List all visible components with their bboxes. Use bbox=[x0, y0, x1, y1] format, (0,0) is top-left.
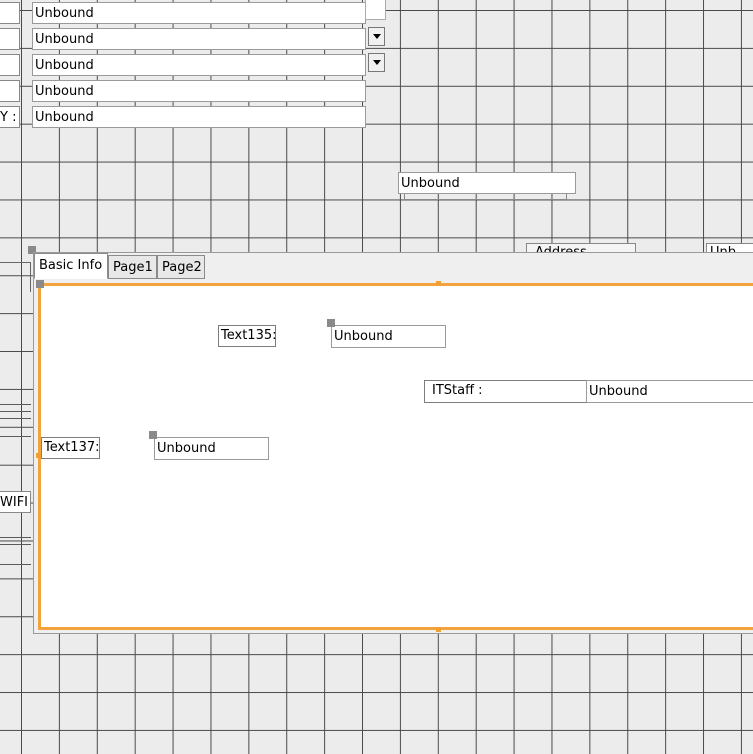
unbound-combobox-3[interactable]: Unbound bbox=[32, 54, 366, 76]
tab-page2[interactable]: Page2 bbox=[157, 255, 205, 279]
itstaff-textbox[interactable]: Unbound bbox=[586, 380, 753, 403]
combobox-2-dropdown-arrow-icon[interactable] bbox=[368, 27, 385, 46]
left-divider-1 bbox=[0, 404, 31, 405]
left-divider-3 bbox=[0, 418, 31, 419]
tab-page1[interactable]: Page1 bbox=[108, 255, 157, 279]
tab-basic-info[interactable]: Basic Info bbox=[34, 253, 108, 279]
left-divider-6 bbox=[0, 544, 31, 545]
combobox-3-dropdown-arrow-icon[interactable] bbox=[368, 53, 385, 72]
text135-textbox[interactable]: Unbound bbox=[331, 325, 446, 348]
left-divider-5 bbox=[0, 537, 31, 538]
left-label-strip-2 bbox=[0, 28, 20, 50]
y-label: Y : bbox=[0, 106, 20, 128]
left-label-strip-1 bbox=[0, 2, 20, 24]
text137-textbox[interactable]: Unbound bbox=[154, 437, 269, 460]
left-divider-7 bbox=[0, 564, 31, 565]
page-move-handle[interactable] bbox=[36, 280, 44, 288]
wifi-label: WIFI : bbox=[0, 491, 31, 513]
unbound-textbox-4[interactable]: Unbound bbox=[32, 80, 366, 102]
left-label-strip-4 bbox=[0, 80, 20, 102]
left-divider-2 bbox=[0, 411, 31, 412]
unbound-textbox-1[interactable]: Unbound bbox=[32, 2, 366, 24]
unbound-textbox-5[interactable]: Unbound bbox=[32, 106, 366, 128]
floating-textbox-underline bbox=[404, 194, 567, 200]
left-partial-box-1 bbox=[0, 262, 31, 292]
text135-label: Text135: bbox=[218, 325, 276, 347]
unbound-combobox-2[interactable]: Unbound bbox=[32, 28, 366, 50]
text137-label: Text137: bbox=[41, 437, 100, 459]
page-resize-handle-bottom[interactable] bbox=[436, 627, 441, 632]
left-label-strip-3 bbox=[0, 54, 20, 76]
unbound-floating-textbox[interactable]: Unbound bbox=[398, 172, 576, 194]
text137-field-move-handle[interactable] bbox=[149, 431, 157, 439]
textbox-1-right-border bbox=[365, 0, 386, 20]
left-divider-4 bbox=[0, 436, 31, 437]
itstaff-label: ITStaff : bbox=[424, 380, 587, 403]
page-resize-handle-top[interactable] bbox=[436, 281, 441, 286]
text135-field-move-handle[interactable] bbox=[327, 319, 335, 327]
